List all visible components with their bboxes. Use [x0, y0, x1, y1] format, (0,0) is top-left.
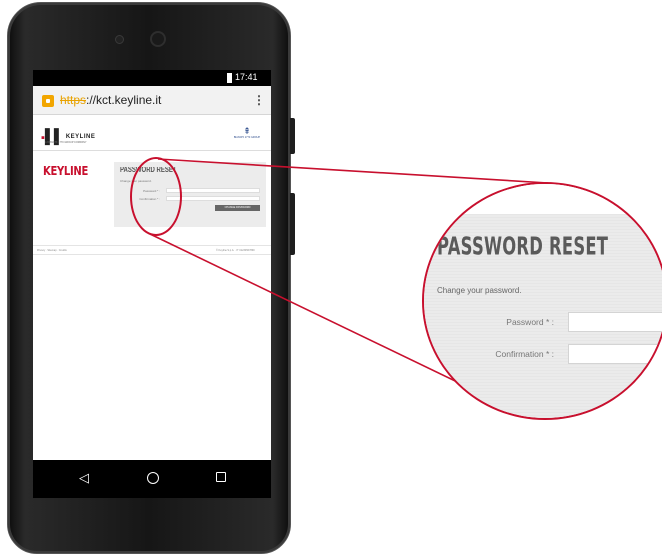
callout-line-top — [157, 158, 549, 184]
lens-password-field[interactable] — [568, 312, 662, 332]
lens-password-label: Password * : — [506, 317, 554, 327]
lens-title: PASSWORD RESET — [437, 232, 609, 261]
lens-page-strip — [424, 184, 662, 214]
lens-subtitle: Change your password. — [437, 286, 522, 295]
lens-confirmation-label: Confirmation * : — [495, 349, 554, 359]
lens-background — [424, 184, 662, 418]
zoom-lens: PASSWORD RESET Change your password. Pas… — [422, 182, 662, 420]
lens-confirmation-field[interactable] — [568, 344, 662, 364]
